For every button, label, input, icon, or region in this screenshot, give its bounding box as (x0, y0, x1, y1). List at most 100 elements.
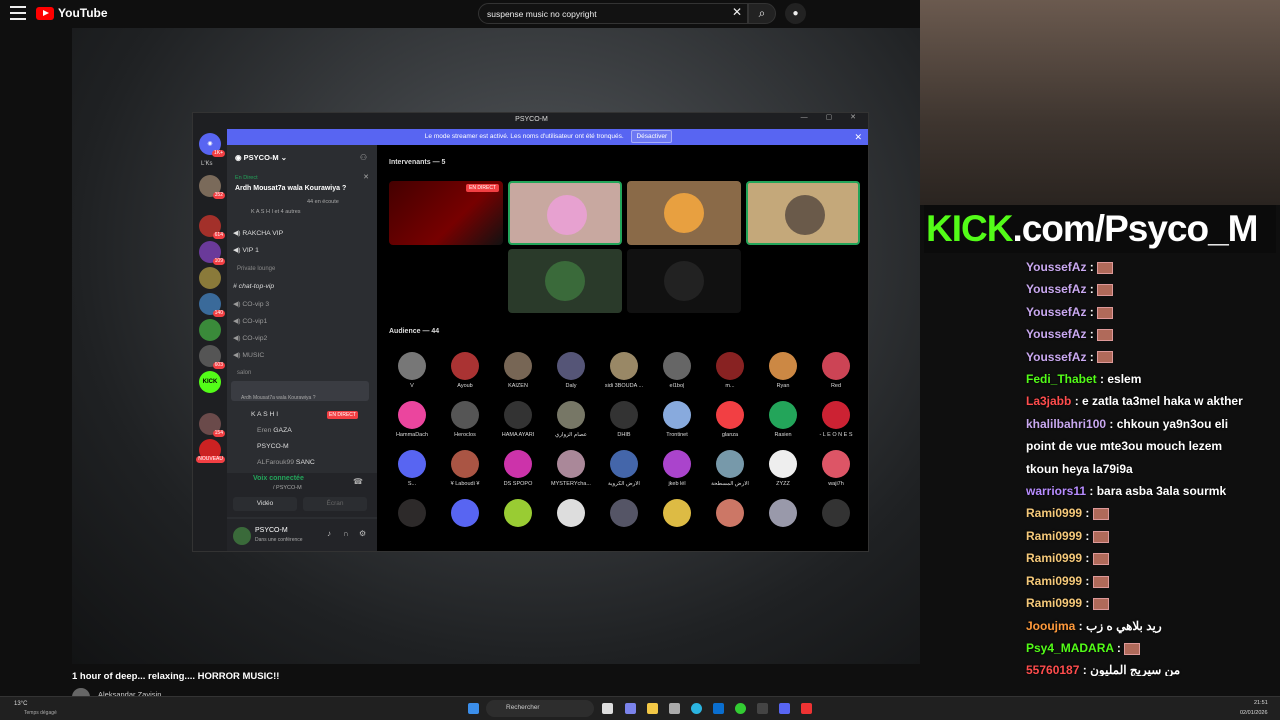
avatar[interactable] (233, 527, 251, 545)
speaker-tile[interactable] (627, 249, 741, 313)
close-banner-icon[interactable]: ✕ (854, 129, 862, 145)
menu-icon[interactable] (10, 6, 26, 20)
audience-member[interactable]: KAIZEN (492, 352, 544, 389)
window-controls[interactable]: — ▢ ✕ (801, 113, 864, 121)
audience-member[interactable] (439, 499, 491, 530)
chrome-icon[interactable] (735, 703, 746, 714)
category-salon[interactable]: salon (237, 370, 251, 376)
audience-header[interactable]: Audience — 44 (389, 328, 439, 335)
headset-icon[interactable]: ∩ (343, 529, 349, 538)
audience-member[interactable]: m... (704, 352, 756, 389)
chat-username[interactable]: Rami0999 (1026, 506, 1082, 520)
chat-username[interactable]: YoussefAz (1026, 350, 1086, 364)
audience-member[interactable]: jkeb lél (651, 450, 703, 487)
home-icon[interactable]: ◉ 1K+ (199, 133, 225, 157)
audience-member[interactable]: V (386, 352, 438, 389)
audience-member[interactable]: glanza (704, 401, 756, 438)
audience-member[interactable]: DHIB (598, 401, 650, 438)
server-icon[interactable]: 154 (199, 413, 225, 437)
kick-server-icon[interactable]: KICK (199, 371, 221, 393)
audience-member[interactable]: الأرض الكروية (598, 450, 650, 487)
audience-member[interactable]: S... (386, 450, 438, 487)
taskbar-search[interactable]: Rechercher (486, 700, 594, 717)
audience-member[interactable] (704, 499, 756, 530)
stage-user[interactable]: ALFarouk99 SANC (257, 459, 315, 466)
search-input[interactable]: suspense music no copyright (478, 3, 748, 24)
category-private[interactable]: Private lounge (237, 266, 275, 272)
disconnect-icon[interactable]: ☎ (353, 477, 363, 486)
audience-member[interactable]: sidi 3BOUDA ... (598, 352, 650, 389)
audience-member[interactable]: Heroclos (439, 401, 491, 438)
speaker-tile-live[interactable]: EN DIRECT (389, 181, 503, 245)
audience-member[interactable]: MYSTERYcha... (545, 450, 597, 487)
task-view-icon[interactable] (602, 703, 613, 714)
close-icon[interactable]: ✕ (363, 173, 369, 181)
app-icon[interactable] (757, 703, 768, 714)
audience-member[interactable]: HAMA AYARI (492, 401, 544, 438)
audience-member[interactable]: عصام الزواري (545, 401, 597, 438)
start-icon[interactable] (468, 703, 479, 714)
stage-user[interactable]: PSYCO-M (257, 443, 289, 450)
mic-icon[interactable]: ♪ (327, 529, 331, 538)
chat-username[interactable]: Psy4_MADARA (1026, 641, 1114, 655)
audience-member[interactable]: Daly (545, 352, 597, 389)
youtube-logo[interactable]: YouTube (36, 6, 108, 20)
chat-username[interactable]: Jooujma (1026, 619, 1075, 633)
chat-username[interactable]: warriors11 (1026, 484, 1086, 498)
text-channel[interactable]: # chat-top-vip (233, 283, 274, 290)
chat-username[interactable]: Fedi_Thabet (1026, 372, 1097, 386)
speaker-tile[interactable] (746, 181, 860, 245)
chat-username[interactable]: khalilbahri100 (1026, 417, 1106, 431)
server-icon[interactable]: 352 (199, 175, 225, 199)
audience-member[interactable]: Rasien (757, 401, 809, 438)
server-name[interactable]: ◉ PSYCO-M ⌄ (235, 153, 287, 162)
audience-member[interactable]: ZYZZ (757, 450, 809, 487)
audience-member[interactable]: Red (810, 352, 862, 389)
store-icon[interactable] (669, 703, 680, 714)
screen-share-button[interactable]: Écran (303, 497, 367, 511)
chat-username[interactable]: Rami0999 (1026, 574, 1082, 588)
speaker-tile[interactable] (508, 181, 622, 245)
speaker-tile[interactable] (627, 181, 741, 245)
voice-channel[interactable]: ◀) RAKCHA VIP (233, 229, 283, 237)
server-icon[interactable]: 109 (199, 241, 225, 265)
chat-username[interactable]: YoussefAz (1026, 327, 1086, 341)
chat-username[interactable]: La3jabb (1026, 394, 1071, 408)
server-icon[interactable]: 614 (199, 215, 225, 239)
audience-member[interactable]: ¥ Laboudi ¥ (439, 450, 491, 487)
stage-user[interactable]: K A S H I (251, 411, 278, 418)
server-icon[interactable]: 603 (199, 345, 225, 369)
mail-icon[interactable] (713, 703, 724, 714)
speaker-tile[interactable] (508, 249, 622, 313)
edge-icon[interactable] (691, 703, 702, 714)
audience-member[interactable] (492, 499, 544, 530)
audience-member[interactable]: الأرض المسطحة (704, 450, 756, 487)
chat-username[interactable]: YoussefAz (1026, 305, 1086, 319)
voice-channel[interactable]: ◀) CO-vip1 (233, 317, 267, 325)
audience-member[interactable]: Ayoub (439, 352, 491, 389)
file-explorer-icon[interactable] (647, 703, 658, 714)
chat-username[interactable]: Rami0999 (1026, 529, 1082, 543)
chat-username[interactable]: YoussefAz (1026, 260, 1086, 274)
obs-icon[interactable] (801, 703, 812, 714)
audience-member[interactable]: waji7h (810, 450, 862, 487)
voice-channel[interactable]: ◀) CO-vip 3 (233, 300, 269, 308)
audience-member[interactable]: Trontinet (651, 401, 703, 438)
server-icon[interactable] (199, 267, 221, 289)
chat-username[interactable]: Rami0999 (1026, 551, 1082, 565)
audience-member[interactable] (598, 499, 650, 530)
server-icon[interactable] (199, 319, 221, 341)
voice-search-icon[interactable]: ● (785, 3, 806, 24)
audience-member[interactable] (757, 499, 809, 530)
clear-search-icon[interactable]: ✕ (732, 5, 742, 19)
invite-icon[interactable]: ⚇ (360, 153, 367, 162)
disable-streamer-button[interactable]: Désactiver (631, 130, 673, 143)
stage-title[interactable]: Ardh Mousat7a wala Kourawiya ? (235, 185, 346, 192)
audience-member[interactable] (651, 499, 703, 530)
audience-member[interactable]: DS SPOPO (492, 450, 544, 487)
stage-user[interactable]: Eren GAZA (257, 427, 292, 434)
audience-member[interactable]: - L E O N E S (810, 401, 862, 438)
weather-temp[interactable]: 13°C (14, 701, 27, 707)
audience-member[interactable]: HammaDach (386, 401, 438, 438)
audience-member[interactable]: el1bo| (651, 352, 703, 389)
